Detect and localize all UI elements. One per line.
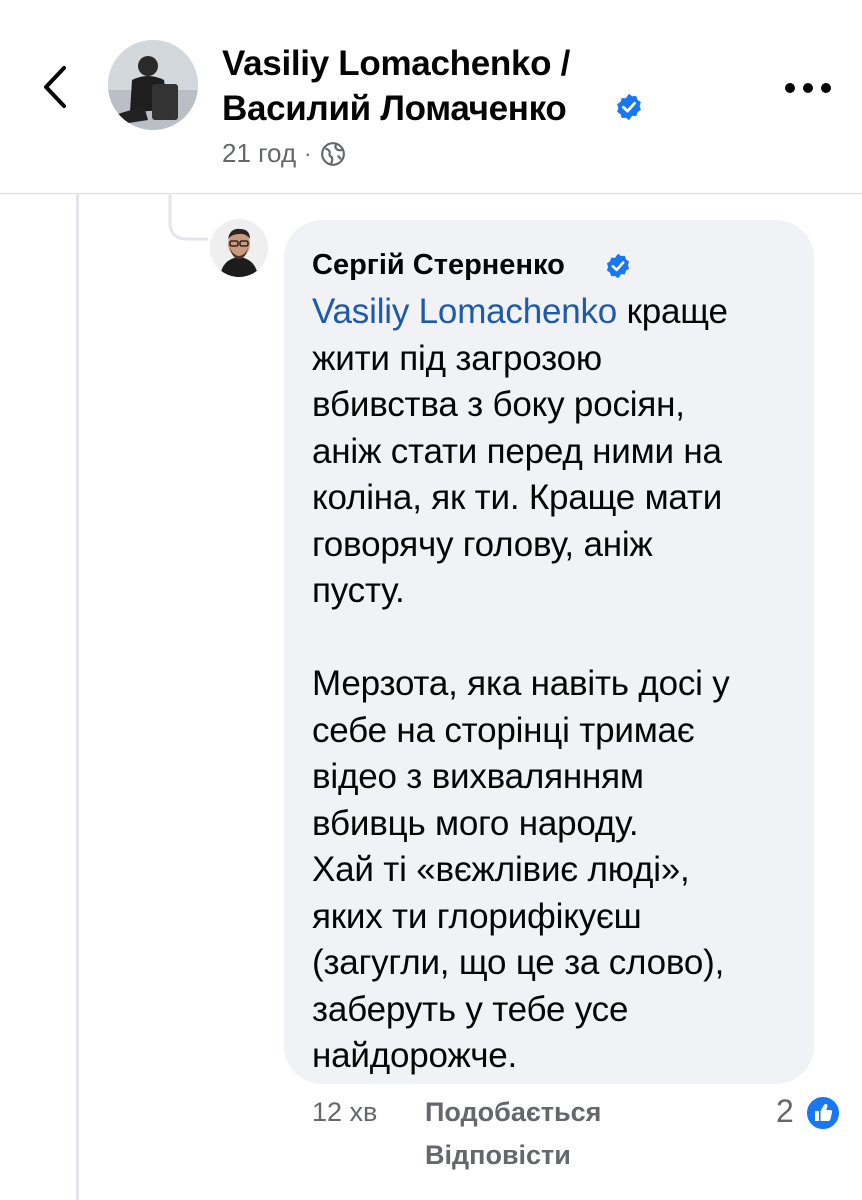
thread-line <box>76 193 79 1200</box>
comment-line: себе на сторінці тримає <box>312 710 695 750</box>
commenter-avatar[interactable] <box>210 219 268 277</box>
globe-icon <box>321 141 346 166</box>
comment-line: заберуть у тебе усе <box>312 989 629 1029</box>
reply-connector <box>168 193 208 241</box>
comment-line: Хай ті «вєжлівиє люді», <box>312 850 690 889</box>
like-button[interactable]: Подобається <box>425 1097 601 1128</box>
comment-line: відео з вихвалянням <box>312 757 644 796</box>
like-reaction-icon[interactable] <box>804 1094 842 1132</box>
comment-time[interactable]: 12 хв <box>312 1097 377 1128</box>
verified-badge-icon <box>606 253 630 279</box>
post-time[interactable]: 21 год <box>222 138 296 169</box>
page-title-line-1[interactable]: Vasiliy Lomachenko / <box>222 44 570 84</box>
comment-line: Мерзота, яка навіть досі у <box>312 664 730 703</box>
comment-line: найдорожче. <box>312 1036 518 1075</box>
comment-line: жити під загрозою <box>312 338 602 378</box>
author-avatar[interactable] <box>108 40 198 130</box>
comment-line: пусту. <box>312 571 405 610</box>
comment-body: Vasiliy Lomachenko краще жити під загроз… <box>312 289 792 1080</box>
mention-link[interactable]: Vasiliy Lomachenko <box>312 292 617 331</box>
comment-author[interactable]: Сергій Стерненко <box>312 249 565 282</box>
page-title-line-2[interactable]: Василий Ломаченко <box>222 89 567 129</box>
comment-line: (загугли, що це за слово), <box>312 943 725 982</box>
comment-line: говорячу голову, аніж <box>312 524 653 564</box>
comment-line: аніж стати перед ними на <box>312 431 722 471</box>
comment-line: вбивць мого народу. <box>312 803 639 843</box>
comment-line: вбивства з боку росіян, <box>312 385 685 424</box>
reaction-count[interactable]: 2 <box>776 1093 794 1130</box>
post-meta: 21 год · <box>222 138 346 169</box>
chevron-left-icon[interactable] <box>36 62 76 112</box>
more-horizontal-icon[interactable] <box>784 80 832 96</box>
comment-line: коліна, як ти. Краще мати <box>312 478 723 517</box>
verified-badge-icon <box>617 93 641 121</box>
comment-line: яких ти глорифікуєш <box>312 896 642 936</box>
comment-line: Vasiliy Lomachenko краще <box>312 292 728 331</box>
post-header: Vasiliy Lomachenko / Василий Ломаченко 2… <box>0 0 862 194</box>
meta-separator: · <box>304 140 312 166</box>
reply-button[interactable]: Відповісти <box>425 1140 571 1171</box>
